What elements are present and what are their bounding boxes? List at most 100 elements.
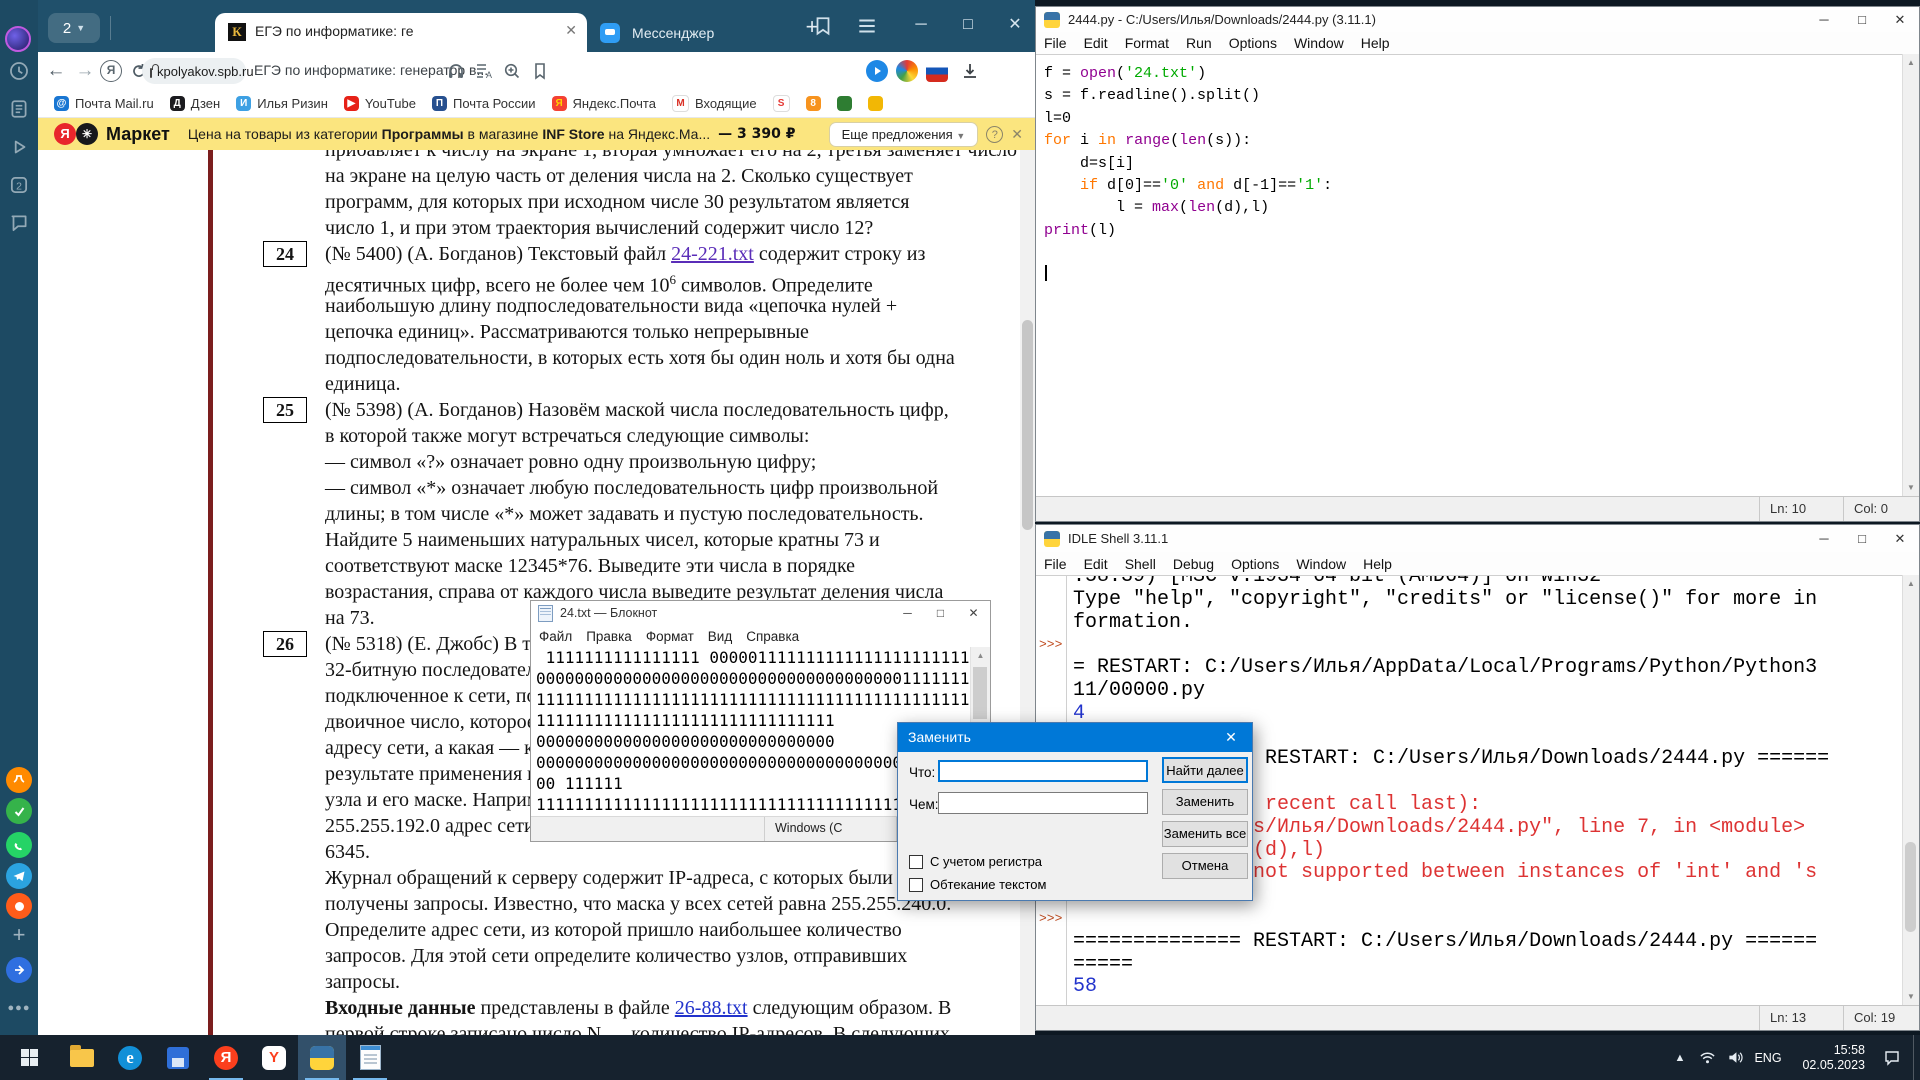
page-scrollbar[interactable]	[1020, 150, 1035, 1035]
notepad-minimize-button[interactable]: ─	[891, 601, 924, 625]
editor-minimize-button[interactable]: ─	[1805, 7, 1843, 32]
checkmark-icon[interactable]	[6, 798, 32, 824]
file-link[interactable]: 26-88.txt	[675, 997, 748, 1019]
bookmark-item[interactable]: M Входящие	[671, 95, 757, 112]
menu-item[interactable]: Edit	[1084, 35, 1108, 51]
shell-minimize-button[interactable]: ─	[1805, 525, 1843, 552]
tab-counter-button[interactable]: 2 ▼	[48, 13, 100, 43]
file-link[interactable]: 24-221.txt	[671, 243, 754, 265]
banner-offers-button[interactable]: Еще предложения ▼	[828, 121, 979, 147]
bookmark-item[interactable]: П Почта России	[431, 96, 536, 111]
bookmark-item[interactable]: S	[772, 95, 790, 112]
bookmark-panel-icon[interactable]	[812, 15, 840, 41]
with-input[interactable]	[938, 792, 1148, 814]
menu-item[interactable]: File	[1044, 556, 1067, 572]
whatsapp-icon[interactable]	[6, 832, 32, 858]
replace-button[interactable]: Заменить	[1162, 789, 1248, 815]
cancel-button[interactable]: Отмена	[1162, 853, 1248, 879]
yandex-games-icon[interactable]	[6, 767, 32, 793]
notepad-scrollbar-thumb[interactable]	[973, 667, 987, 719]
dialog-title-bar[interactable]: Заменить	[898, 723, 1252, 752]
bookmark-item[interactable]	[867, 96, 883, 111]
menu-item[interactable]: Window	[1296, 556, 1346, 572]
shell-scrollbar-thumb[interactable]	[1905, 841, 1916, 932]
shell-close-button[interactable]: ✕	[1881, 525, 1919, 552]
shell-scrollbar[interactable]: ▲ ▼	[1902, 575, 1919, 1005]
dialog-close-icon[interactable]: ✕	[1210, 723, 1252, 752]
tray-expand-icon[interactable]: ▲	[1667, 1052, 1693, 1064]
orange-app-icon[interactable]	[6, 893, 32, 919]
editor-scrollbar[interactable]: ▲ ▼	[1902, 54, 1919, 496]
menu-item[interactable]: Options	[1231, 556, 1279, 572]
notepad-maximize-button[interactable]: □	[924, 601, 957, 625]
editor-close-button[interactable]: ✕	[1881, 7, 1919, 32]
menu-item[interactable]: Run	[1186, 35, 1212, 51]
tabs-count-icon[interactable]: 2	[8, 174, 30, 196]
menu-item[interactable]: Window	[1294, 35, 1344, 51]
menu-item[interactable]: Format	[1125, 35, 1169, 51]
scroll-down-icon[interactable]: ▼	[1903, 992, 1919, 1001]
bookmark-flag-icon[interactable]	[530, 61, 552, 81]
back-icon[interactable]: ←	[43, 59, 69, 83]
find-next-button[interactable]: Найти далее	[1162, 757, 1248, 783]
yandex-badge-icon[interactable]: Я	[100, 60, 122, 82]
replace-all-button[interactable]: Заменить все	[1162, 821, 1248, 847]
show-desktop-button[interactable]	[1913, 1035, 1920, 1080]
downloads-icon[interactable]	[960, 61, 982, 81]
taskbar-disk-app[interactable]	[154, 1035, 202, 1080]
language-indicator[interactable]: ENG	[1749, 1051, 1787, 1065]
feed-icon[interactable]	[8, 98, 30, 120]
page-scrollbar-thumb[interactable]	[1022, 320, 1033, 530]
editor-maximize-button[interactable]: □	[1843, 7, 1881, 32]
bookmark-item[interactable]: @ Почта Mail.ru	[54, 96, 154, 111]
zoom-in-icon[interactable]	[502, 61, 524, 81]
bookmark-item[interactable]: Д Дзен	[169, 96, 220, 111]
flag-extension-icon[interactable]	[926, 60, 948, 82]
tab-active-ege[interactable]: К ЕГЭ по информатике: ге ✕	[215, 13, 587, 52]
bookmark-item[interactable]: Я Яндекс.Почта	[551, 96, 656, 111]
profile-avatar[interactable]	[5, 26, 31, 52]
what-input[interactable]	[938, 760, 1148, 782]
more-dots-icon[interactable]: ●●●	[6, 995, 32, 1021]
forward-icon[interactable]: →	[72, 59, 98, 83]
taskbar-yandex-browser[interactable]: Я	[202, 1035, 250, 1080]
banner-help-button[interactable]: ?	[986, 125, 1004, 143]
action-center-icon[interactable]	[1871, 1049, 1913, 1067]
menu-item[interactable]: Options	[1229, 35, 1277, 51]
scroll-up-icon[interactable]: ▲	[971, 651, 990, 660]
url-domain-pill[interactable]: kpolyakov.spb.ru	[142, 58, 254, 84]
video-play-icon[interactable]	[8, 136, 30, 158]
taskbar-notepad[interactable]	[346, 1035, 394, 1080]
taskbar-idle-python[interactable]	[298, 1035, 346, 1080]
network-icon[interactable]	[1693, 1044, 1721, 1072]
menu-item[interactable]: Формат	[646, 629, 694, 644]
menu-item[interactable]: Edit	[1084, 556, 1108, 572]
menu-item[interactable]: Правка	[586, 629, 632, 644]
tab-close-icon[interactable]: ✕	[565, 22, 577, 39]
bookmark-item[interactable]	[836, 96, 852, 111]
start-button[interactable]	[0, 1035, 58, 1080]
protect-extension-icon[interactable]	[896, 60, 918, 82]
menu-item[interactable]: Help	[1361, 35, 1390, 51]
browser-maximize-button[interactable]: □	[948, 8, 988, 42]
menu-item[interactable]: Debug	[1173, 556, 1214, 572]
bookmark-item[interactable]: 8	[805, 96, 821, 111]
menu-item[interactable]: Вид	[708, 629, 732, 644]
shell-title-bar[interactable]: IDLE Shell 3.11.1	[1036, 525, 1919, 552]
scroll-up-icon[interactable]: ▲	[1903, 58, 1919, 67]
taskbar-edge[interactable]: e	[106, 1035, 154, 1080]
bookmark-item[interactable]: ▶ YouTube	[343, 96, 416, 111]
menu-item[interactable]: Shell	[1125, 556, 1156, 572]
browser-close-button[interactable]: ✕	[995, 8, 1035, 42]
volume-icon[interactable]	[1721, 1044, 1749, 1072]
clock[interactable]: 15:58 02.05.2023	[1787, 1043, 1871, 1073]
telegram-icon[interactable]	[6, 863, 32, 889]
browser-menu-icon[interactable]	[856, 15, 884, 41]
taskbar-file-explorer[interactable]	[58, 1035, 106, 1080]
scroll-down-icon[interactable]: ▼	[1903, 483, 1919, 492]
banner-close-icon[interactable]: ✕	[1011, 126, 1023, 143]
menu-item[interactable]: File	[1044, 35, 1067, 51]
taskbar-yandex-app[interactable]: Y	[250, 1035, 298, 1080]
editor-code-area[interactable]: f = open('24.txt') s = f.readline().split…	[1036, 54, 1919, 496]
bookmark-item[interactable]: И Илья Ризин	[236, 96, 328, 111]
